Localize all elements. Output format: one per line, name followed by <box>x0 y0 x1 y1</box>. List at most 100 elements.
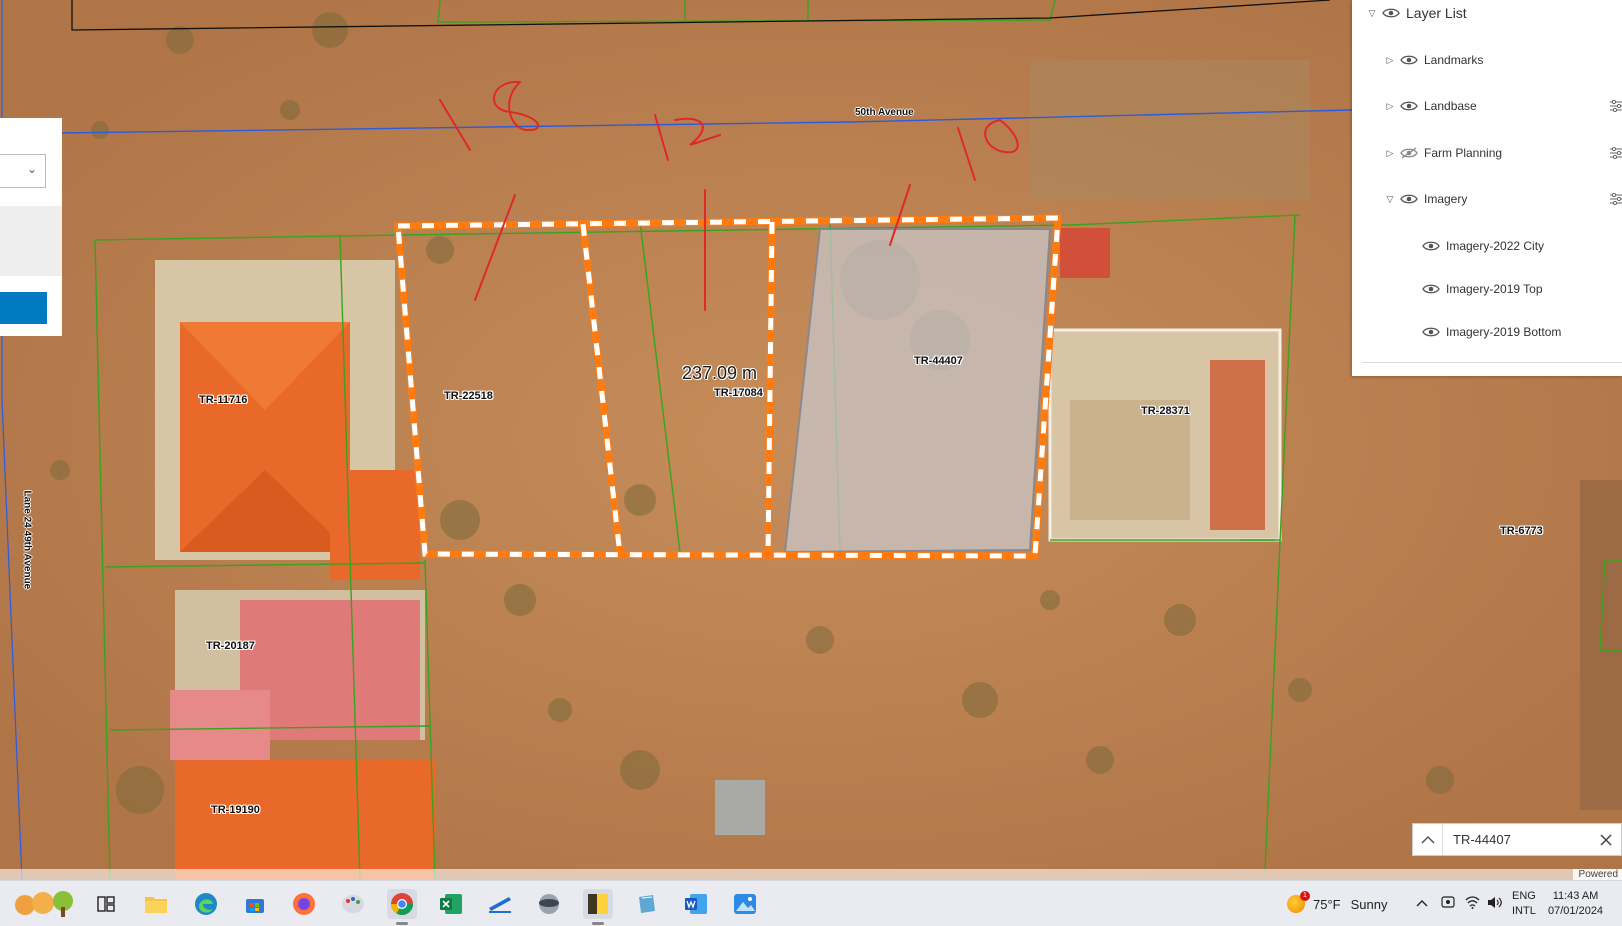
eye-icon[interactable] <box>1422 283 1440 295</box>
house-tr-20187 <box>170 590 425 760</box>
layer-list-title: Layer List <box>1406 5 1467 21</box>
expand-triangle-icon[interactable]: ▷ <box>1384 101 1396 112</box>
collapse-triangle-icon[interactable]: ▽ <box>1366 8 1378 19</box>
widgets-icon <box>15 891 73 917</box>
layer-options-icon[interactable] <box>1610 147 1622 159</box>
parcel-label[interactable]: TR-11716 <box>199 394 247 406</box>
eye-icon[interactable] <box>1400 193 1418 205</box>
parcel-label[interactable]: TR-20187 <box>206 640 255 652</box>
structure-right <box>1580 480 1622 810</box>
weather-temperature: 75°F <box>1313 896 1341 912</box>
layer-list-header[interactable]: ▽ Layer List <box>1366 1 1467 25</box>
layer-item[interactable]: ▽ Imagery <box>1384 187 1468 211</box>
input-language-indicator[interactable]: ENG INTL <box>1512 889 1536 919</box>
task-view-icon <box>97 896 115 912</box>
layer-item[interactable]: ▷ Farm Planning <box>1384 141 1503 165</box>
rubble-area <box>1030 60 1310 200</box>
selected-parcel-tr-44407 <box>783 228 1052 554</box>
eye-icon[interactable] <box>1400 100 1418 112</box>
eye-off-icon[interactable] <box>1400 147 1418 159</box>
clear-search-button[interactable] <box>1591 833 1621 846</box>
weather-condition: Sunny <box>1350 896 1388 912</box>
sublayer-item[interactable]: Imagery-2019 Bottom <box>1422 320 1561 344</box>
windows-taskbar: 1 75°F Sunny ENG INTL 11:43 AM 07/01/202… <box>0 880 1622 926</box>
clock-date: 07/01/2024 <box>1548 905 1604 917</box>
show-hidden-icons-button[interactable] <box>1416 896 1428 910</box>
layer-options-icon[interactable] <box>1610 193 1622 205</box>
search-result-box[interactable]: TR-44407 <box>1412 823 1622 856</box>
file-explorer-button[interactable] <box>141 889 171 919</box>
house-tr-11716 <box>155 260 420 580</box>
panel-dropdown[interactable]: ⌄ <box>0 154 46 188</box>
widgets-button[interactable] <box>12 889 84 919</box>
word-icon <box>685 894 707 914</box>
parcel-label[interactable]: TR-17084 <box>714 387 763 399</box>
expand-up-button[interactable] <box>1413 824 1443 855</box>
camera-tray-button[interactable] <box>1441 896 1455 913</box>
attribution-bar <box>0 869 1622 880</box>
side-panel: ⌄ <box>0 118 62 336</box>
parcel-label[interactable]: TR-6773 <box>1500 525 1543 537</box>
chevron-down-icon: ⌄ <box>26 162 37 176</box>
expand-triangle-icon[interactable]: ▷ <box>1384 148 1396 159</box>
excel-button[interactable] <box>436 889 466 919</box>
measurement-label: 237.09 m <box>682 363 758 383</box>
edge-button[interactable] <box>191 889 221 919</box>
panel-action-button[interactable] <box>0 292 47 324</box>
photos-button[interactable] <box>730 889 760 919</box>
expand-triangle-icon[interactable]: ▷ <box>1384 55 1396 66</box>
sublayer-label: Imagery-2019 Bottom <box>1446 325 1562 339</box>
eye-icon[interactable] <box>1382 7 1400 19</box>
notebook-icon <box>639 895 655 913</box>
folder-icon <box>145 897 167 913</box>
layer-list-divider <box>1362 362 1622 363</box>
parcel-label[interactable]: TR-22518 <box>444 390 493 402</box>
store-icon <box>246 899 264 913</box>
chrome-icon <box>391 893 413 915</box>
notebook-button[interactable] <box>632 889 662 919</box>
sublayer-label: Imagery-2019 Top <box>1446 282 1543 296</box>
sun-icon: 1 <box>1287 891 1310 913</box>
search-value[interactable]: TR-44407 <box>1443 832 1591 847</box>
disk-icon <box>539 894 559 914</box>
chevron-up-icon <box>1420 835 1435 844</box>
parcel-label[interactable]: TR-19190 <box>211 804 260 816</box>
disk-app-button[interactable] <box>534 889 564 919</box>
collapse-triangle-icon[interactable]: ▽ <box>1384 194 1396 205</box>
system-clock[interactable]: 11:43 AM 07/01/2024 <box>1548 889 1603 919</box>
shed <box>715 780 765 835</box>
layer-item[interactable]: ▷ Landbase <box>1384 94 1622 118</box>
wifi-icon <box>1465 896 1480 909</box>
layer-label: Landmarks <box>1424 53 1484 67</box>
paint-button[interactable] <box>338 889 368 919</box>
chrome-button[interactable] <box>387 889 417 925</box>
chevron-up-icon <box>1416 900 1428 907</box>
eye-icon[interactable] <box>1400 54 1418 66</box>
weather-widget[interactable]: 1 75°F Sunny <box>1287 891 1388 913</box>
parcel-label[interactable]: TR-28371 <box>1141 405 1190 417</box>
pen-tool-button[interactable] <box>485 889 515 919</box>
layer-options-icon[interactable] <box>1610 100 1622 112</box>
clock-time: 11:43 AM <box>1552 890 1599 902</box>
sublayer-item[interactable]: Imagery-2019 Top <box>1422 277 1543 301</box>
sticky-note-icon <box>588 894 608 914</box>
store-button[interactable] <box>240 889 270 919</box>
parcel-label[interactable]: TR-44407 <box>914 355 963 367</box>
word-button[interactable] <box>681 889 711 919</box>
sticky-notes-button[interactable] <box>583 889 613 925</box>
firefox-button[interactable] <box>289 889 319 919</box>
eye-icon[interactable] <box>1422 240 1440 252</box>
active-indicator <box>396 922 408 925</box>
house-tr-19190 <box>175 760 435 880</box>
eye-icon[interactable] <box>1422 326 1440 338</box>
layer-label: Farm Planning <box>1424 146 1503 160</box>
layer-label: Landbase <box>1424 99 1477 113</box>
firefox-icon <box>293 893 315 915</box>
volume-tray-button[interactable] <box>1487 896 1503 912</box>
task-view-button[interactable] <box>91 889 121 919</box>
wifi-tray-button[interactable] <box>1465 896 1480 912</box>
sublayer-item[interactable]: Imagery-2022 City <box>1422 234 1544 258</box>
speaker-icon <box>1488 897 1502 908</box>
layer-item[interactable]: ▷ Landmarks <box>1384 48 1484 72</box>
panel-section <box>0 206 62 276</box>
